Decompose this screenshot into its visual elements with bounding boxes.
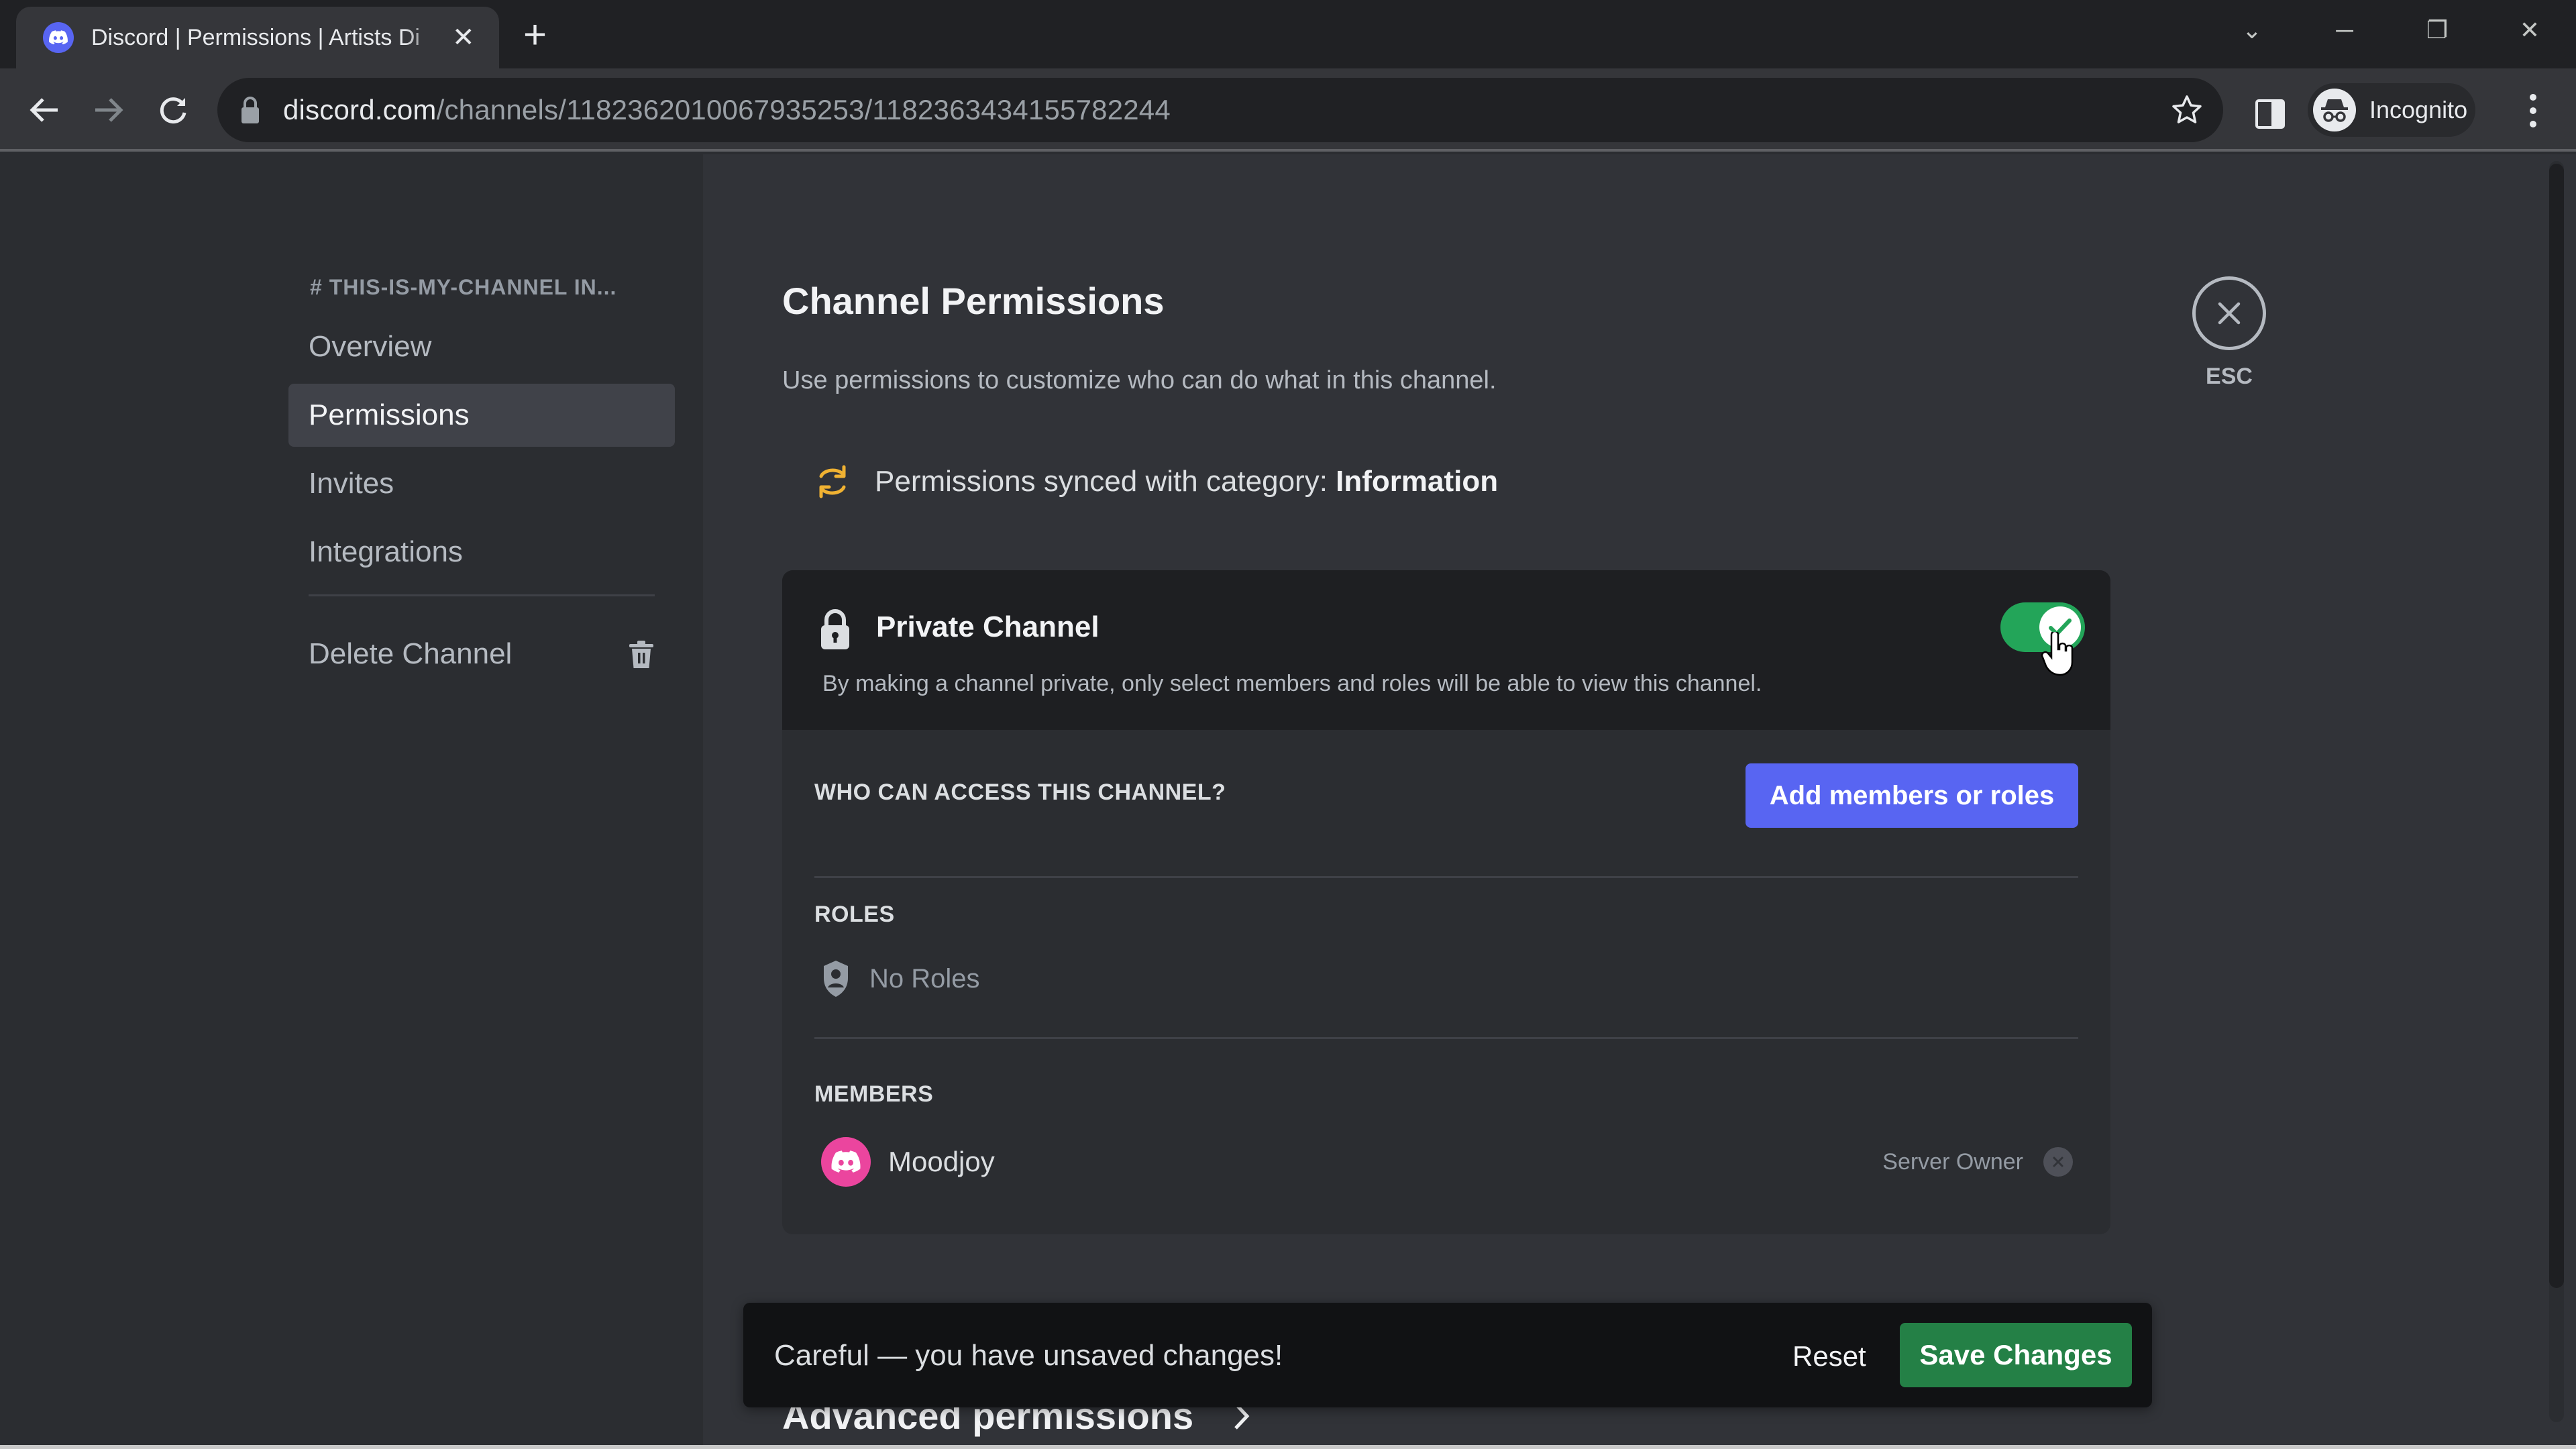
sidebar-item-overview[interactable]: Overview [288, 315, 675, 378]
sidebar-item-permissions[interactable]: Permissions [288, 384, 675, 447]
reload-icon[interactable] [152, 89, 195, 131]
lock-icon [821, 609, 849, 649]
bookmark-star-icon[interactable] [2171, 94, 2203, 126]
sidebar-item-label: Invites [309, 467, 394, 500]
address-bar[interactable]: discord.com/channels/1182362010067935253… [217, 78, 2223, 142]
browser-tab[interactable]: Discord | Permissions | Artists Di ✕ [16, 7, 499, 68]
add-members-or-roles-button[interactable]: Add members or roles [1746, 763, 2078, 828]
delete-channel-button[interactable]: Delete Channel [288, 623, 675, 686]
sidebar-item-label: Permissions [309, 398, 470, 431]
private-channel-header: Private Channel By making a channel priv… [782, 570, 2110, 730]
page-description: Use permissions to customize who can do … [782, 366, 1497, 394]
sidebar-item-label: Integrations [309, 535, 463, 568]
section-divider [814, 876, 2078, 878]
browser-menu-icon[interactable] [2520, 94, 2546, 127]
delete-channel-label: Delete Channel [309, 637, 513, 670]
minimize-icon[interactable]: ─ [2298, 0, 2391, 60]
side-panel-icon[interactable] [2251, 95, 2289, 133]
window-close-icon[interactable]: ✕ [2483, 0, 2576, 60]
esc-label: ESC [2206, 364, 2253, 389]
sidebar-item-invites[interactable]: Invites [288, 452, 675, 515]
channel-name-header: # THIS-IS-MY-CHANNEL IN... [310, 275, 617, 299]
sidebar-item-label: Overview [309, 330, 432, 363]
browser-toolbar: discord.com/channels/1182362010067935253… [0, 68, 2576, 152]
sidebar-divider [309, 594, 655, 596]
who-can-access-heading: WHO CAN ACCESS THIS CHANNEL? [814, 780, 1226, 805]
no-roles-text: No Roles [869, 963, 980, 994]
forward-arrow-icon[interactable] [87, 89, 130, 131]
close-settings[interactable]: ESC [2192, 276, 2266, 390]
member-row: Moodjoy Server Owner [821, 1135, 2078, 1189]
tab-search-icon[interactable]: ⌄ [2206, 0, 2298, 60]
role-shield-icon [824, 961, 848, 997]
discord-favicon-icon [43, 22, 74, 53]
unsaved-changes-bar: Careful — you have unsaved changes! Rese… [743, 1303, 2152, 1407]
private-channel-card: Private Channel By making a channel priv… [782, 570, 2110, 1234]
discord-logo-icon [831, 1150, 861, 1173]
avatar [821, 1137, 871, 1187]
incognito-badge[interactable]: Incognito [2308, 83, 2475, 137]
reset-button[interactable]: Reset [1776, 1334, 1882, 1379]
private-channel-title: Private Channel [876, 610, 1099, 643]
private-channel-description: By making a channel private, only select… [822, 671, 1762, 696]
members-heading: MEMBERS [814, 1081, 934, 1107]
close-icon [2218, 302, 2241, 325]
no-roles-row: No Roles [822, 959, 980, 998]
tab-close-icon[interactable]: ✕ [452, 24, 475, 51]
sync-text: Permissions synced with category: Inform… [875, 465, 1499, 498]
page-title: Channel Permissions [782, 280, 1165, 322]
back-arrow-icon[interactable] [23, 89, 66, 131]
unsaved-changes-message: Careful — you have unsaved changes! [774, 1339, 1283, 1372]
incognito-label: Incognito [2369, 96, 2468, 123]
remove-member-icon[interactable] [2043, 1147, 2073, 1177]
section-divider [814, 1037, 2078, 1039]
roles-heading: ROLES [814, 902, 895, 927]
member-role: Server Owner [1882, 1148, 2023, 1175]
new-tab-button[interactable]: + [523, 15, 547, 55]
tab-title: Discord | Permissions | Artists Di [91, 24, 420, 50]
sync-category: Information [1336, 465, 1499, 498]
incognito-icon [2313, 89, 2356, 131]
save-changes-button[interactable]: Save Changes [1900, 1323, 2132, 1387]
sync-status: Permissions synced with category: Inform… [814, 463, 1498, 500]
sidebar-item-integrations[interactable]: Integrations [288, 521, 675, 584]
window-bottom-edge [0, 1445, 2576, 1449]
toggle-knob [2039, 606, 2081, 648]
close-button[interactable] [2192, 276, 2266, 350]
settings-sidebar: # THIS-IS-MY-CHANNEL IN... Overview Perm… [0, 154, 703, 1449]
restore-icon[interactable]: ❐ [2391, 0, 2483, 60]
member-name: Moodjoy [888, 1146, 995, 1177]
sync-icon [819, 465, 846, 498]
checkmark-icon [2049, 619, 2072, 636]
lock-icon [241, 97, 259, 123]
window-controls: ⌄ ─ ❐ ✕ [2206, 0, 2576, 60]
trash-icon [629, 641, 653, 668]
private-channel-toggle[interactable] [2000, 602, 2085, 652]
scrollbar-thumb[interactable] [2549, 164, 2564, 1288]
url-text: discord.com/channels/1182362010067935253… [283, 94, 1171, 125]
browser-tab-strip: Discord | Permissions | Artists Di ✕ + ⌄… [0, 0, 2576, 68]
